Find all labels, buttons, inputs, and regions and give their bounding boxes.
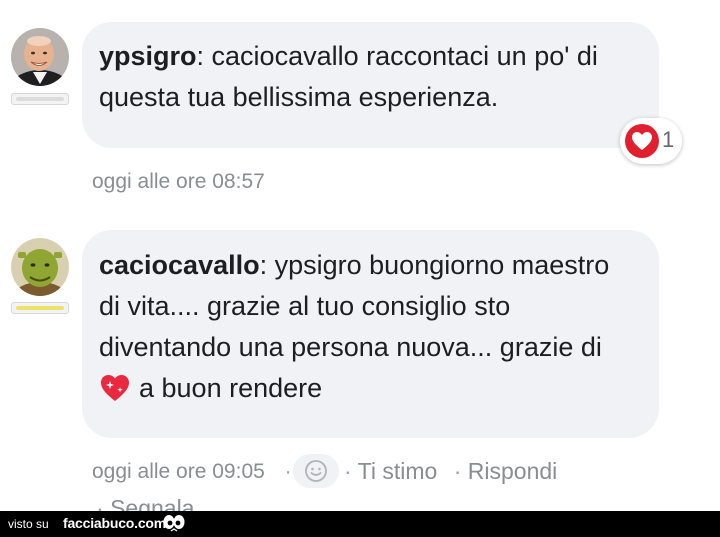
- sparkling-heart-icon: [101, 375, 129, 401]
- reaction-count: 1: [662, 127, 675, 152]
- brand-logo: facciabuco.com: [63, 515, 167, 531]
- comment-timestamp: oggi alle ore 09:05: [92, 460, 265, 483]
- separator: ·: [284, 460, 292, 483]
- watermark-footer: visto su facciabuco.com: [0, 511, 720, 537]
- comment-meta-row: oggi alle ore 09:05 ·: [92, 460, 292, 484]
- separator: ·: [453, 458, 462, 484]
- comment-author[interactable]: caciocavallo: [99, 250, 260, 280]
- user-rank-bar: [11, 93, 69, 105]
- man-avatar-icon: [11, 28, 69, 86]
- comment-timestamp: oggi alle ore 08:57: [92, 170, 265, 193]
- heart-icon: [625, 124, 659, 158]
- eyes-icon: [163, 515, 185, 532]
- comment-text: caciocavallo: ypsigro buongiorno maestro…: [99, 250, 610, 403]
- ogre-avatar-icon: [11, 238, 69, 296]
- separator: ·: [344, 458, 352, 484]
- rispondi-link[interactable]: Rispondi: [468, 458, 558, 484]
- reaction-badge[interactable]: 1: [620, 118, 682, 164]
- reaction-smiley-button[interactable]: [293, 454, 339, 488]
- avatar-ypsigro[interactable]: [11, 28, 69, 86]
- smiley-icon: [305, 460, 327, 482]
- comment-author[interactable]: ypsigro: [99, 41, 197, 71]
- avatar-caciocavallo[interactable]: [11, 238, 69, 296]
- ti-stimo-link[interactable]: Ti stimo: [358, 458, 438, 484]
- user-rank-bar: [11, 302, 69, 314]
- visto-su-label: visto su: [8, 517, 49, 531]
- comment-text: ypsigro: caciocavallo raccontaci un po' …: [99, 41, 598, 112]
- comment-actions: · Ti stimo · Rispondi: [344, 458, 557, 485]
